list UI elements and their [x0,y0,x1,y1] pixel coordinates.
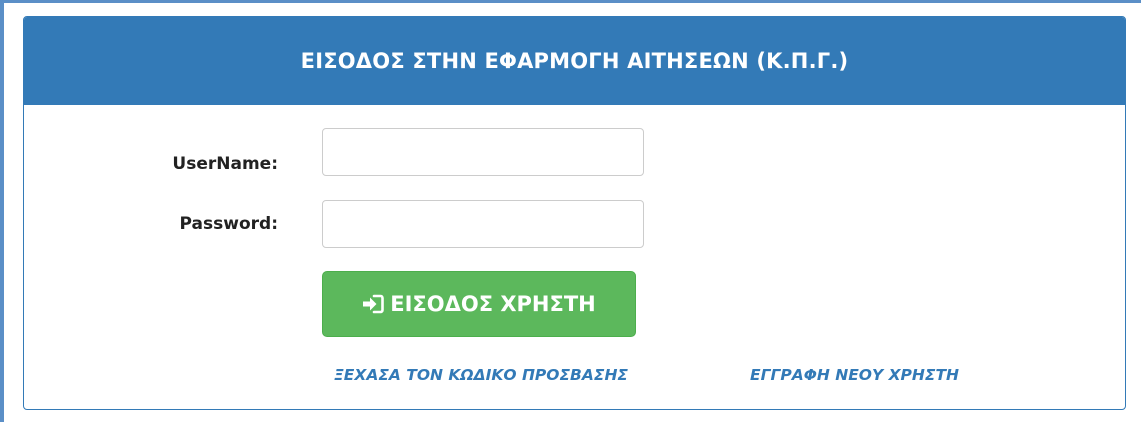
panel-header: ΕΙΣΟΔΟΣ ΣΤΗΝ ΕΦΑΡΜΟΓΗ ΑΙΤΗΣΕΩΝ (Κ.Π.Γ.) [24,17,1125,105]
username-label: UserName: [172,154,278,174]
sign-in-icon [363,294,385,314]
password-input[interactable] [322,200,644,248]
login-button[interactable]: ΕΙΣΟΔΟΣ ΧΡΗΣΤΗ [322,271,636,337]
panel-title: ΕΙΣΟΔΟΣ ΣΤΗΝ ΕΦΑΡΜΟΓΗ ΑΙΤΗΣΕΩΝ (Κ.Π.Γ.) [300,49,849,73]
username-input[interactable] [322,128,644,176]
login-button-label: ΕΙΣΟΔΟΣ ΧΡΗΣΤΗ [390,292,596,316]
register-link[interactable]: ΕΓΓΡΑΦΗ ΝΕΟΥ ΧΡΗΣΤΗ [750,366,959,384]
forgot-password-link[interactable]: ΞΕΧΑΣΑ ΤΟΝ ΚΩΔΙΚΟ ΠΡΟΣΒΑΣΗΣ [334,366,628,384]
password-label: Password: [179,214,278,234]
